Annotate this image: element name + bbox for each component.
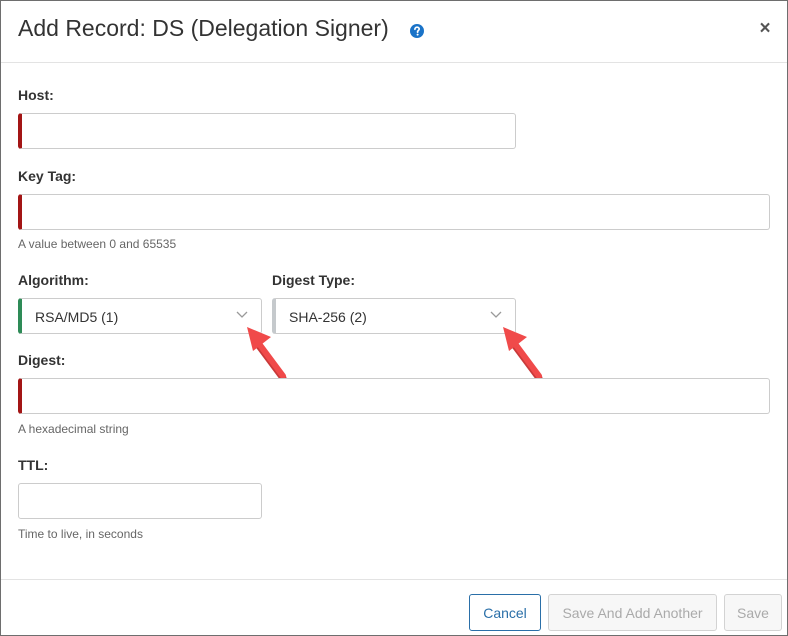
chevron-down-icon xyxy=(490,311,502,318)
question-circle-icon[interactable] xyxy=(410,24,424,38)
dialog-footer: Cancel Save And Add Another Save xyxy=(1,579,787,635)
key-tag-input[interactable] xyxy=(18,194,770,230)
digest-type-label: Digest Type: xyxy=(272,272,355,288)
key-tag-hint: A value between 0 and 65535 xyxy=(18,237,177,251)
ttl-hint: Time to live, in seconds xyxy=(18,527,143,541)
digest-type-select[interactable]: SHA-256 (2) xyxy=(272,298,516,334)
chevron-down-icon xyxy=(236,311,248,318)
digest-input[interactable] xyxy=(18,378,770,414)
dialog-header: Add Record: DS (Delegation Signer) × xyxy=(1,1,787,63)
algorithm-label: Algorithm: xyxy=(18,272,89,288)
save-and-add-another-button[interactable]: Save And Add Another xyxy=(548,594,717,631)
digest-type-selected-value: SHA-256 (2) xyxy=(289,309,367,325)
digest-hint: A hexadecimal string xyxy=(18,422,129,436)
dialog-title: Add Record: DS (Delegation Signer) xyxy=(18,15,389,41)
close-button[interactable]: × xyxy=(756,19,774,39)
ttl-input[interactable] xyxy=(18,483,262,519)
ttl-label: TTL: xyxy=(18,457,49,473)
algorithm-select[interactable]: RSA/MD5 (1) xyxy=(18,298,262,334)
key-tag-label: Key Tag: xyxy=(18,168,77,184)
host-input[interactable] xyxy=(18,113,516,149)
save-button[interactable]: Save xyxy=(724,594,782,631)
algorithm-selected-value: RSA/MD5 (1) xyxy=(35,309,119,325)
host-label: Host: xyxy=(18,87,54,103)
cancel-button[interactable]: Cancel xyxy=(469,594,541,631)
digest-label: Digest: xyxy=(18,352,66,368)
add-record-dialog: Add Record: DS (Delegation Signer) × Hos… xyxy=(0,0,788,636)
